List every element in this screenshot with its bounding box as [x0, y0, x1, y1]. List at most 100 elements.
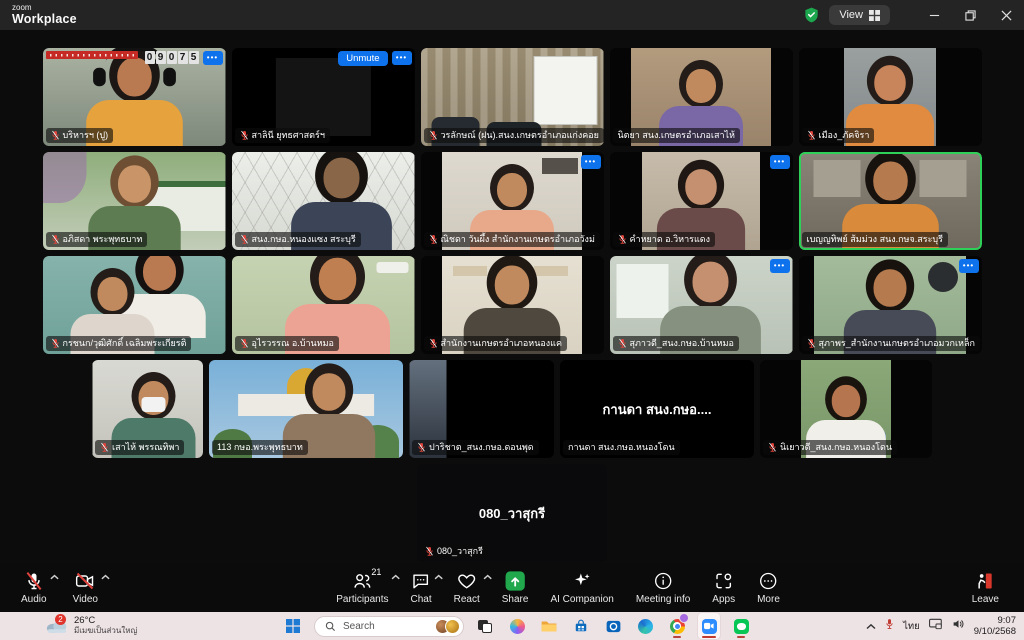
tray-speaker-icon[interactable]: [952, 617, 965, 635]
chevron-up-icon[interactable]: [101, 572, 110, 583]
leave-icon: [974, 570, 996, 591]
toolbar-audio-button[interactable]: Audio: [12, 563, 56, 612]
video-tile[interactable]: นิเยาวดี_สนง.กษอ.หนองโดน: [760, 360, 932, 458]
video-tile[interactable]: อุไรวรรณ อ.บ้านหมอ: [232, 256, 415, 354]
tile-options-button[interactable]: •••: [392, 51, 412, 65]
taskbar-clock[interactable]: 9:07 9/10/2568: [974, 615, 1016, 638]
weather-desc: มีเมฆเป็นส่วนใหญ่: [74, 627, 137, 636]
gallery-row: 09075•••บริหารฯ (ปู)Unmute•••สาลินี ยุทธ…: [43, 48, 982, 146]
microsoft-store-icon[interactable]: [570, 613, 592, 639]
timer-digit: 0: [167, 51, 177, 64]
video-tile[interactable]: ••• สุภาวดี_สนง.กษอ.บ้านหมอ: [610, 256, 793, 354]
toolbar-ai-companion-button[interactable]: AI Companion: [541, 563, 622, 612]
video-tile[interactable]: กรชนก/วุฒิศักดิ์ เฉลิมพระเกียรติ: [43, 256, 226, 354]
search-input[interactable]: Search: [314, 616, 464, 637]
participant-name-label: 080_วาสุกรี: [420, 544, 488, 559]
toolbar-share-button[interactable]: Share: [493, 563, 538, 612]
video-tile[interactable]: วรลักษณ์ (ฝน).สนง.เกษตรอำเภอแก่งคอย: [421, 48, 604, 146]
video-tile[interactable]: เสาไห้ พรรณทิพา: [92, 360, 203, 458]
view-button[interactable]: View: [829, 5, 890, 25]
security-shield-icon[interactable]: [804, 7, 819, 23]
gallery-row: อภิสดา พระพุทธบาทสนง.กษอ.หนองแซง สระบุรี…: [43, 152, 982, 250]
video-tile[interactable]: กานดา สนง.กษอ....กานดา สนง.กษอ.หนองโดน: [560, 360, 754, 458]
file-explorer-icon[interactable]: [538, 613, 560, 639]
video-tile[interactable]: 09075•••บริหารฯ (ปู): [43, 48, 226, 146]
zoom-app-icon[interactable]: [698, 613, 720, 639]
tray-chevron-up-icon[interactable]: [866, 617, 876, 635]
chevron-up-icon[interactable]: [435, 572, 444, 583]
video-tile[interactable]: Unmute•••สาลินี ยุทธศาสตร์ฯ: [232, 48, 415, 146]
toolbar-video-button[interactable]: Video: [64, 563, 107, 612]
participant-name: สุภาวดี_สนง.กษอ.บ้านหมอ: [630, 337, 734, 350]
keyboard-language[interactable]: ไทย: [903, 619, 920, 634]
muted-mic-icon: [807, 130, 816, 141]
participant-name-label: กานดา สนง.กษอ.หนองโดน: [563, 440, 680, 455]
muted-mic-icon: [429, 234, 438, 245]
tile-options-button[interactable]: •••: [770, 155, 790, 169]
banner-overlay: [46, 51, 138, 59]
tile-options-button[interactable]: •••: [770, 259, 790, 273]
muted-mic-icon: [429, 130, 438, 141]
participant-name: ณิชดา วันผึ้ง สำนักงานเกษตรอำเภอวังม่: [441, 233, 595, 246]
task-view-icon[interactable]: [474, 613, 496, 639]
tile-options-button[interactable]: •••: [203, 51, 223, 65]
weather-widget[interactable]: 2 26°C มีเมฆเป็นส่วนใหญ่: [46, 612, 137, 640]
outlook-icon[interactable]: [602, 613, 624, 639]
video-tile[interactable]: เบญญทิพย์ ส้มม่วง สนง.กษจ.สระบุรี: [799, 152, 982, 250]
toolbar-chat-button[interactable]: Chat: [402, 563, 441, 612]
minimize-button[interactable]: [916, 0, 952, 30]
toolbar-left-group: AudioVideo: [12, 563, 107, 612]
app-notification-badge: [679, 613, 689, 623]
start-button[interactable]: [282, 613, 304, 639]
video-tile[interactable]: เมือง_ภัคจิรา: [799, 48, 982, 146]
participant-name-label: ปาริชาต_สนง.กษอ.ดอนพุด: [412, 440, 539, 455]
chevron-up-icon[interactable]: [392, 572, 401, 583]
muted-mic-icon: [807, 338, 816, 349]
restore-button[interactable]: [952, 0, 988, 30]
muted-mic-icon: [51, 130, 60, 141]
toolbar-more-button[interactable]: More: [748, 563, 789, 612]
participant-name-label: สุภาพร_สำนักงานเกษตรอำเภอมวกเหล็ก: [802, 336, 980, 351]
video-tile[interactable]: สนง.กษอ.หนองแซง สระบุรี: [232, 152, 415, 250]
chrome-icon[interactable]: [666, 613, 688, 639]
participant-name-label: คำหยาด อ.วิหารแดง: [613, 232, 716, 247]
tile-options-button[interactable]: •••: [581, 155, 601, 169]
toolbar-item-label: React: [454, 594, 480, 605]
tray-cast-icon[interactable]: [929, 617, 943, 635]
video-tile[interactable]: ปาริชาต_สนง.กษอ.ดอนพุด: [409, 360, 554, 458]
titlebar: zoom Workplace View: [0, 0, 1024, 30]
chevron-up-icon[interactable]: [483, 572, 492, 583]
figure-face: [874, 269, 907, 306]
participant-name: สุภาพร_สำนักงานเกษตรอำเภอมวกเหล็ก: [819, 337, 975, 350]
video-tile[interactable]: ••• คำหยาด อ.วิหารแดง: [610, 152, 793, 250]
participant-name: ปาริชาต_สนง.กษอ.ดอนพุด: [429, 441, 534, 454]
muted-mic-icon: [240, 338, 249, 349]
edge-icon[interactable]: [634, 613, 656, 639]
video-tile[interactable]: นิตยา สนง.เกษตรอำเภอเสาไห้: [610, 48, 793, 146]
participant-name: 113 กษอ.พระพุทธบาท: [217, 441, 303, 454]
toolbar-leave-button[interactable]: Leave: [963, 563, 1008, 612]
video-tile[interactable]: ••• สุภาพร_สำนักงานเกษตรอำเภอมวกเหล็ก: [799, 256, 982, 354]
video-tile[interactable]: 113 กษอ.พระพุทธบาท: [209, 360, 403, 458]
video-tile[interactable]: ••• ณิชดา วันผึ้ง สำนักงานเกษตรอำเภอวังม่: [421, 152, 604, 250]
toolbar-participants-button[interactable]: Participants21: [327, 563, 397, 612]
figure-face: [692, 262, 728, 303]
toolbar-apps-button[interactable]: Apps: [703, 563, 744, 612]
video-tile[interactable]: สำนักงานเกษตรอำเภอหนองแค: [421, 256, 604, 354]
tile-options-button[interactable]: •••: [959, 259, 979, 273]
line-icon[interactable]: [730, 613, 752, 639]
unmute-button[interactable]: Unmute: [338, 51, 387, 66]
video-tile[interactable]: อภิสดา พระพุทธบาท: [43, 152, 226, 250]
participant-name-label: นิตยา สนง.เกษตรอำเภอเสาไห้: [613, 128, 740, 143]
zoom-window: zoom Workplace View 09075•••บริหารฯ (ปู)…: [0, 0, 1024, 640]
toolbar-meeting-info-button[interactable]: Meeting info: [627, 563, 699, 612]
toolbar-react-button[interactable]: React: [445, 563, 489, 612]
tray-time: 9:07: [974, 615, 1016, 626]
tray-mic-icon[interactable]: [885, 617, 894, 635]
video-tile[interactable]: 080_วาสุกรี080_วาสุกรี: [417, 464, 607, 562]
figure-face: [873, 161, 908, 200]
close-button[interactable]: [988, 0, 1024, 30]
figure-face: [313, 373, 346, 410]
chevron-up-icon[interactable]: [50, 572, 59, 583]
copilot-icon[interactable]: [506, 613, 528, 639]
